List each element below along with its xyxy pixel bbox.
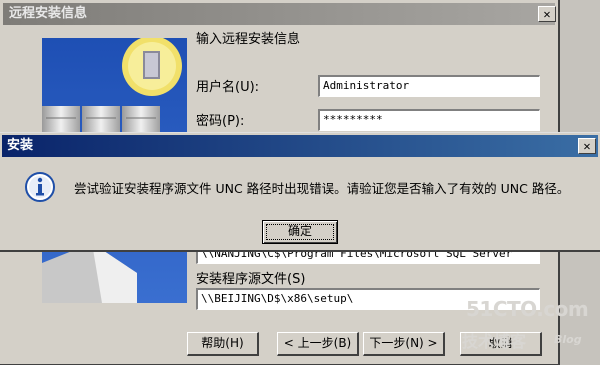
wizard-heading: 输入远程安装信息 <box>196 32 301 47</box>
close-icon: ✕ <box>583 139 591 153</box>
username-input[interactable]: Administrator <box>318 75 540 97</box>
info-icon <box>24 171 56 203</box>
wizard-title: 远程安装信息 <box>9 6 88 21</box>
help-button[interactable]: 帮助(H) <box>187 332 259 356</box>
setup-error-dialog: 安装 ✕ 尝试验证安装程序源文件 UNC 路径时出现错误。请验证您是否输入了有效… <box>0 132 600 252</box>
dialog-titlebar[interactable]: 安装 <box>2 135 598 157</box>
ok-button[interactable]: 确定 <box>262 220 338 244</box>
back-button[interactable]: < 上一步(B) <box>277 332 359 356</box>
watermark-site: 51CTO.com <box>466 297 589 321</box>
watermark-blog: Blog <box>554 333 582 346</box>
source-files-label: 安装程序源文件(S) <box>196 272 306 287</box>
wizard-close-button[interactable]: ✕ <box>538 6 556 22</box>
dialog-title: 安装 <box>7 138 34 153</box>
username-label: 用户名(U): <box>196 80 260 95</box>
password-label: 密码(P): <box>196 114 245 129</box>
next-button[interactable]: 下一步(N) > <box>363 332 445 356</box>
watermark-tagline: 技术博客 <box>462 332 527 351</box>
dialog-message: 尝试验证安装程序源文件 UNC 路径时出现错误。请验证您是否输入了有效的 UNC… <box>74 181 570 196</box>
close-icon: ✕ <box>543 7 551 21</box>
dialog-close-button[interactable]: ✕ <box>578 138 596 154</box>
focus-rect <box>266 224 334 240</box>
wizard-titlebar[interactable]: 远程安装信息 <box>3 3 555 25</box>
password-input[interactable]: ********* <box>318 109 540 131</box>
